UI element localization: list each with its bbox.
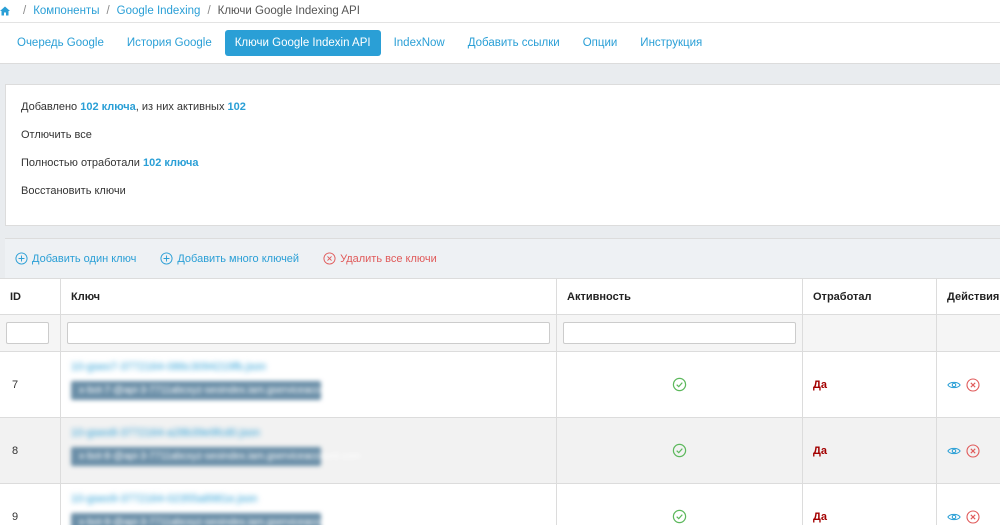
worked-label: Полностью отработали [21, 157, 140, 169]
active-label: , из них активных [135, 101, 225, 113]
tab-add-links[interactable]: Добавить ссылки [458, 30, 570, 56]
row-id-cell: 9 [0, 484, 61, 525]
key-email-badge: x-bot-7-@api-3-7711abcxyz-seoindex.iam.g… [71, 381, 361, 400]
breadcrumb: / Компоненты / Google Indexing / Ключи G… [0, 0, 1000, 23]
delete-icon[interactable] [966, 377, 980, 392]
add-many-keys-label: Добавить много ключей [177, 252, 300, 265]
check-circle-icon[interactable] [672, 377, 687, 392]
filter-cell-worked [803, 315, 937, 351]
eye-icon[interactable] [947, 378, 961, 392]
row-activity-cell [557, 484, 803, 525]
filter-cell-key [61, 315, 557, 351]
row-key-cell: 10-gseo7-3772164-086c3094219fb.json x-bo… [61, 352, 557, 417]
row-id-cell: 8 [0, 418, 61, 483]
table-row: 7 10-gseo7-3772164-086c3094219fb.json x-… [0, 352, 1000, 418]
active-count: 102 [227, 101, 246, 113]
delete-icon[interactable] [966, 443, 980, 458]
worked-value: Да [813, 510, 827, 523]
breadcrumb-components[interactable]: Компоненты [33, 5, 99, 17]
worked-summary: Полностью отработали 102 ключа [21, 157, 198, 169]
home-icon[interactable] [0, 6, 10, 16]
delete-all-keys-label: Удалить все ключи [340, 252, 437, 265]
row-key-cell: 10-gseo8-3772164-a28b39e9fcd0.json x-bot… [61, 418, 557, 483]
tab-options[interactable]: Опции [573, 30, 628, 56]
breadcrumb-separator: / [106, 5, 110, 17]
column-header-actions: Действия [947, 290, 1000, 303]
row-actions-cell [937, 352, 1000, 417]
row-activity-cell [557, 352, 803, 417]
tab-google-keys[interactable]: Ключи Google Indexin API [224, 30, 381, 56]
worked-value: Да [813, 378, 827, 391]
tab-google-history[interactable]: История Google [117, 30, 222, 56]
worked-count: 102 ключа [142, 157, 199, 169]
row-activity-cell [557, 418, 803, 483]
row-worked-cell: Да [803, 484, 937, 525]
row-id: 9 [12, 510, 19, 523]
column-header-id[interactable]: ID [0, 279, 61, 314]
plus-circle-icon [15, 252, 28, 265]
column-header-worked[interactable]: Отработал [803, 279, 937, 314]
column-header-key[interactable]: Ключ [61, 279, 557, 314]
filter-cell-actions [937, 315, 1000, 351]
eye-icon[interactable] [947, 510, 961, 524]
eye-icon[interactable] [947, 444, 961, 458]
key-email-badge: x-bot-8-@api-3-7711abcxyz-seoindex.iam.g… [71, 447, 361, 466]
filter-cell-id [0, 315, 61, 351]
row-worked-cell: Да [803, 352, 937, 417]
key-email-badge: x-bot-9-@api-3-7711abcxyz-seoindex.iam.g… [71, 513, 361, 525]
delete-icon[interactable] [966, 509, 980, 524]
key-file-link[interactable]: 10-gseo9-3772164-02355a8981e.json [71, 493, 321, 505]
breadcrumb-current: Ключи Google Indexing API [217, 5, 360, 17]
row-actions-cell [937, 484, 1000, 525]
keys-summary-panel: Добавлено 102 ключа, из них активных 102… [5, 84, 1000, 226]
row-id: 7 [12, 378, 19, 391]
add-one-key-button[interactable]: Добавить один ключ [15, 252, 136, 265]
row-worked-cell: Да [803, 418, 937, 483]
check-circle-icon[interactable] [672, 509, 687, 524]
row-id: 8 [12, 444, 19, 457]
table-row: 9 10-gseo9-3772164-02355a8981e.json x-bo… [0, 484, 1000, 525]
column-header-activity[interactable]: Активность [557, 279, 803, 314]
table-header: ID Ключ Активность Отработал Действия [0, 279, 1000, 315]
key-file-link[interactable]: 10-gseo8-3772164-a28b39e9fcd0.json [71, 427, 321, 439]
filter-key-input[interactable] [67, 322, 550, 344]
added-count: 102 ключа [80, 101, 136, 113]
plus-circle-icon [160, 252, 173, 265]
restore-keys-link[interactable]: Восстановить ключи [21, 185, 126, 197]
breadcrumb-separator: / [23, 5, 27, 17]
breadcrumb-google-indexing[interactable]: Google Indexing [117, 5, 201, 17]
x-circle-icon [323, 252, 336, 265]
filter-activity-input[interactable] [563, 322, 796, 344]
added-summary: Добавлено 102 ключа, из них активных 102 [21, 101, 246, 113]
row-key-cell: 10-gseo9-3772164-02355a8981e.json x-bot-… [61, 484, 557, 525]
filter-cell-activity [557, 315, 803, 351]
row-actions-cell [937, 418, 1000, 483]
tab-bar: Очередь Google История Google Ключи Goog… [0, 23, 1000, 64]
keys-table: ID Ключ Активность Отработал Действия 7 … [0, 278, 1000, 525]
filter-row [0, 315, 1000, 352]
key-file-link[interactable]: 10-gseo7-3772164-086c3094219fb.json [71, 361, 321, 373]
worked-value: Да [813, 444, 827, 457]
tab-instructions[interactable]: Инструкция [630, 30, 712, 56]
tab-indexnow[interactable]: IndexNow [384, 30, 455, 56]
tab-google-queue[interactable]: Очередь Google [7, 30, 114, 56]
disable-all-link[interactable]: Отлючить все [21, 129, 92, 141]
actions-bar: Добавить один ключ Добавить много ключей… [5, 238, 1000, 278]
add-many-keys-button[interactable]: Добавить много ключей [160, 252, 299, 265]
add-one-key-label: Добавить один ключ [32, 252, 137, 265]
added-label: Добавлено [21, 101, 78, 113]
row-id-cell: 7 [0, 352, 61, 417]
check-circle-icon[interactable] [672, 443, 687, 458]
table-row: 8 10-gseo8-3772164-a28b39e9fcd0.json x-b… [0, 418, 1000, 484]
delete-all-keys-button[interactable]: Удалить все ключи [323, 252, 437, 265]
breadcrumb-separator: / [207, 5, 211, 17]
filter-id-input[interactable] [6, 322, 49, 344]
